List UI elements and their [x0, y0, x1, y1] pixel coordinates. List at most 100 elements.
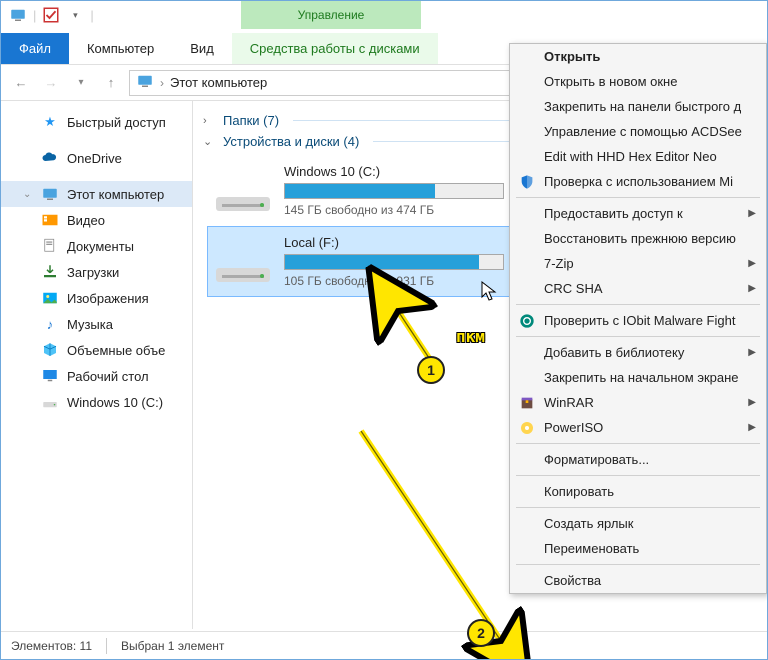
menu-item-acdsee[interactable]: Управление с помощью ACDSee	[510, 119, 766, 144]
sidebar-item-label: OneDrive	[67, 151, 122, 166]
documents-icon	[41, 237, 59, 255]
chevron-down-icon[interactable]: ⌄	[203, 135, 215, 148]
music-icon: ♪	[41, 315, 59, 333]
video-icon	[41, 211, 59, 229]
shield-icon	[518, 173, 536, 191]
menu-item-restore-previous[interactable]: Восстановить прежнюю версию	[510, 226, 766, 251]
menu-item-iobit[interactable]: Проверить с IObit Malware Fight	[510, 308, 766, 333]
group-label: Папки (7)	[223, 113, 279, 128]
menu-separator	[516, 443, 760, 444]
sidebar-item-drive-c[interactable]: Windows 10 (C:)	[1, 389, 192, 415]
sidebar-item-onedrive[interactable]: OneDrive	[1, 145, 192, 171]
sidebar-item-documents[interactable]: Документы	[1, 233, 192, 259]
submenu-arrow-icon: ▶	[748, 208, 756, 219]
collapse-icon[interactable]: ⌄	[23, 189, 33, 200]
title-bar: | ▾ | Управление Этот компьютер	[1, 1, 767, 29]
nav-up-button[interactable]: ↑	[99, 71, 123, 95]
winrar-icon	[518, 394, 536, 412]
submenu-arrow-icon: ▶	[748, 258, 756, 269]
hdd-icon	[41, 393, 59, 411]
menu-item-copy[interactable]: Копировать	[510, 479, 766, 504]
desktop-icon	[41, 367, 59, 385]
menu-separator	[516, 475, 760, 476]
sidebar-item-music[interactable]: ♪ Музыка	[1, 311, 192, 337]
sidebar-item-label: Windows 10 (C:)	[67, 395, 163, 410]
cube-icon	[41, 341, 59, 359]
tab-disk-tools[interactable]: Средства работы с дисками	[232, 33, 438, 64]
menu-item-pin-quick-access[interactable]: Закрепить на панели быстрого д	[510, 94, 766, 119]
submenu-arrow-icon: ▶	[748, 422, 756, 433]
sidebar-item-label: Документы	[67, 239, 134, 254]
menu-item-add-to-library[interactable]: Добавить в библиотеку▶	[510, 340, 766, 365]
explorer-window: | ▾ | Управление Этот компьютер Файл Ком…	[0, 0, 768, 660]
menu-item-format[interactable]: Форматировать...	[510, 447, 766, 472]
drive-free-text: 145 ГБ свободно из 474 ГБ	[284, 203, 544, 217]
sidebar-item-3d-objects[interactable]: Объемные объе	[1, 337, 192, 363]
sidebar-item-video[interactable]: Видео	[1, 207, 192, 233]
menu-separator	[516, 507, 760, 508]
pc-icon	[136, 72, 154, 93]
status-separator	[106, 638, 107, 654]
group-label: Устройства и диски (4)	[223, 134, 359, 149]
sidebar-item-downloads[interactable]: Загрузки	[1, 259, 192, 285]
menu-item-defender-scan[interactable]: Проверка с использованием Mi	[510, 169, 766, 194]
hdd-icon	[216, 171, 270, 211]
disc-icon	[518, 419, 536, 437]
nav-recent-dropdown[interactable]: ▾	[69, 71, 93, 95]
download-icon	[41, 263, 59, 281]
sidebar-item-label: Объемные объе	[67, 343, 165, 358]
submenu-arrow-icon: ▶	[748, 283, 756, 294]
tab-computer[interactable]: Компьютер	[69, 33, 172, 64]
menu-item-open-new-window[interactable]: Открыть в новом окне	[510, 69, 766, 94]
navigation-pane[interactable]: ★ Быстрый доступ OneDrive ⌄ Этот компьют…	[1, 101, 193, 629]
menu-separator	[516, 304, 760, 305]
drive-name: Local (F:)	[284, 235, 544, 250]
menu-item-7zip[interactable]: 7-Zip▶	[510, 251, 766, 276]
menu-separator	[516, 197, 760, 198]
breadcrumb-chevron-icon[interactable]: ›	[160, 76, 164, 90]
sidebar-item-label: Видео	[67, 213, 105, 228]
breadcrumb-segment[interactable]: Этот компьютер	[170, 75, 267, 90]
chevron-right-icon[interactable]: ›	[203, 115, 215, 127]
star-icon: ★	[41, 113, 59, 131]
tab-view[interactable]: Вид	[172, 33, 232, 64]
contextual-tab-header: Управление	[241, 1, 421, 29]
menu-item-poweriso[interactable]: PowerISO▶	[510, 415, 766, 440]
menu-item-crc-sha[interactable]: CRC SHA▶	[510, 276, 766, 301]
tab-file[interactable]: Файл	[1, 33, 69, 64]
nav-back-button[interactable]: ←	[9, 71, 33, 95]
menu-item-properties[interactable]: Свойства	[510, 568, 766, 593]
pc-icon	[9, 6, 27, 24]
qat-dropdown-icon[interactable]: ▾	[66, 6, 84, 24]
status-selection: Выбран 1 элемент	[121, 639, 224, 653]
sidebar-item-label: Изображения	[67, 291, 149, 306]
menu-item-rename[interactable]: Переименовать	[510, 536, 766, 561]
qat-divider: |	[33, 8, 36, 23]
qat-divider: |	[90, 8, 93, 23]
capacity-bar	[284, 254, 504, 270]
submenu-arrow-icon: ▶	[748, 347, 756, 358]
sidebar-item-pictures[interactable]: Изображения	[1, 285, 192, 311]
sidebar-item-label: Быстрый доступ	[67, 115, 166, 130]
checkbox-icon[interactable]	[42, 6, 60, 24]
hdd-icon	[216, 242, 270, 282]
menu-separator	[516, 336, 760, 337]
menu-item-give-access[interactable]: Предоставить доступ к▶	[510, 201, 766, 226]
sidebar-item-desktop[interactable]: Рабочий стол	[1, 363, 192, 389]
menu-item-create-shortcut[interactable]: Создать ярлык	[510, 511, 766, 536]
menu-item-hex-editor[interactable]: Edit with HHD Hex Editor Neo	[510, 144, 766, 169]
pc-icon	[41, 185, 59, 203]
menu-item-winrar[interactable]: WinRAR▶	[510, 390, 766, 415]
nav-forward-button[interactable]: →	[39, 71, 63, 95]
capacity-bar	[284, 183, 504, 199]
menu-item-open[interactable]: Открыть	[510, 44, 766, 69]
sidebar-item-label: Музыка	[67, 317, 113, 332]
pictures-icon	[41, 289, 59, 307]
iobit-icon	[518, 312, 536, 330]
sidebar-item-quick-access[interactable]: ★ Быстрый доступ	[1, 109, 192, 135]
menu-item-pin-start[interactable]: Закрепить на начальном экране	[510, 365, 766, 390]
sidebar-item-label: Этот компьютер	[67, 187, 164, 202]
sidebar-item-this-pc[interactable]: ⌄ Этот компьютер	[1, 181, 192, 207]
sidebar-item-label: Загрузки	[67, 265, 119, 280]
menu-separator	[516, 564, 760, 565]
